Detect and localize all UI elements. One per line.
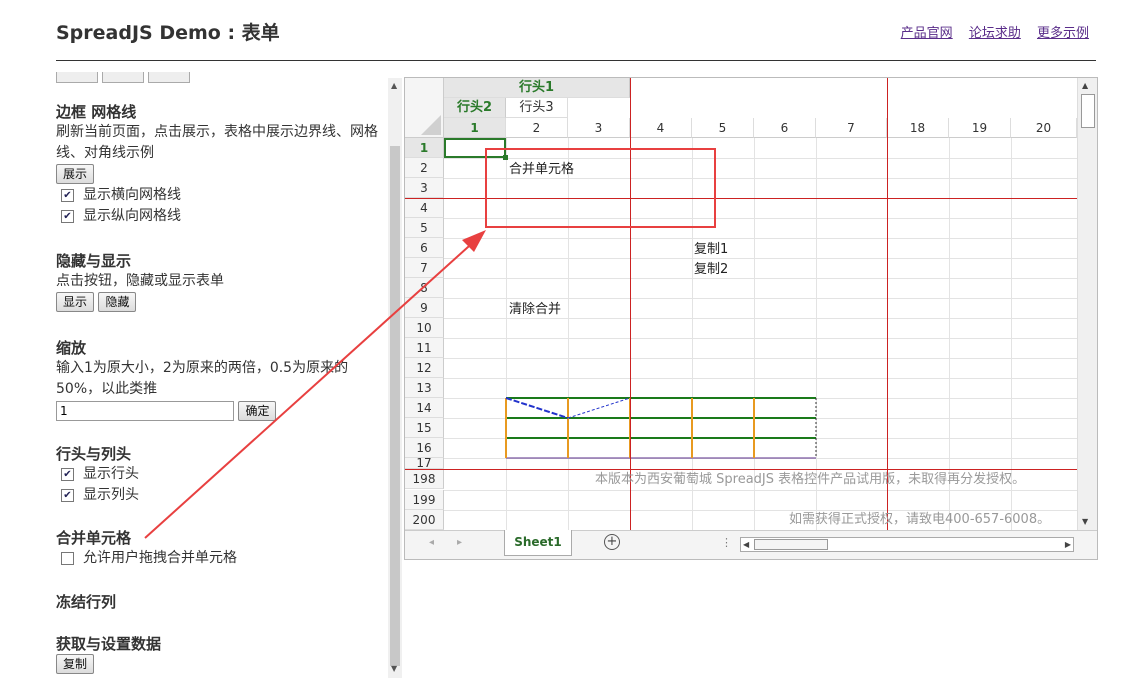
- header-divider: [56, 60, 1096, 61]
- sheet-vertical-scrollbar[interactable]: ▲ ▼: [1077, 78, 1097, 530]
- cut-off-buttons: [56, 68, 194, 87]
- scroll-down-icon[interactable]: ▼: [391, 664, 397, 673]
- scrollbar-thumb[interactable]: [754, 539, 828, 550]
- trial-watermark-line2: 如需获得正式授权，请致电400-657-6008。: [789, 512, 1051, 527]
- tab-sheet1[interactable]: Sheet1: [504, 530, 572, 556]
- show-sheet-button[interactable]: 显示: [56, 292, 95, 312]
- scroll-down-icon[interactable]: ▼: [1082, 517, 1088, 526]
- checkbox-icon[interactable]: ✔: [61, 468, 74, 481]
- hide-show-section: 隐藏与显示 点击按钮，隐藏或显示表单 显示 隐藏: [56, 251, 388, 313]
- checkbox-label: 显示列头: [83, 487, 139, 503]
- page-title: SpreadJS Demo : 表单: [56, 22, 280, 44]
- link-more-examples[interactable]: 更多示例: [1037, 26, 1089, 41]
- freeze-section: 冻结行列: [56, 592, 388, 612]
- zoom-section-title: 缩放: [56, 339, 87, 357]
- copy-button[interactable]: 复制: [56, 654, 95, 674]
- zoom-section-desc: 输入1为原大小，2为原来的两倍，0.5为原来的50%，以此类推: [56, 360, 349, 397]
- horizontal-gridline-checkbox[interactable]: ✔ 显示横向网格线: [56, 185, 388, 206]
- link-product-site[interactable]: 产品官网: [901, 26, 953, 41]
- hide-section-title: 隐藏与显示: [56, 252, 132, 270]
- checkbox-label: 允许用户拖拽合并单元格: [83, 550, 237, 566]
- splitter-handle-icon[interactable]: ⋮: [721, 536, 732, 549]
- hide-section-desc: 点击按钮，隐藏或显示表单: [56, 273, 224, 289]
- checkbox-icon[interactable]: [61, 552, 74, 565]
- sheet-horizontal-scrollbar[interactable]: ◀ ▶: [740, 537, 1074, 552]
- tab-prev-icon[interactable]: ◂: [429, 537, 434, 548]
- allow-drag-merge-checkbox[interactable]: 允许用户拖拽合并单元格: [56, 548, 388, 569]
- scroll-up-icon[interactable]: ▲: [1082, 81, 1088, 90]
- frozen-row-line: [405, 198, 1077, 199]
- tab-next-icon[interactable]: ▸: [457, 537, 462, 548]
- scrollbar-thumb[interactable]: [390, 146, 400, 666]
- show-example-button[interactable]: 展示: [56, 164, 95, 184]
- frozen-trailing-column-line: [887, 78, 888, 530]
- border-section-title: 边框 网格线: [56, 103, 137, 121]
- scrollbar-thumb[interactable]: [1081, 94, 1095, 128]
- checkbox-label: 显示行头: [83, 466, 139, 482]
- border-section-desc: 刷新当前页面，点击展示，表格中展示边界线、网格线、对角线示例: [56, 124, 378, 161]
- header-section: 行头与列头 ✔ 显示行头 ✔ 显示列头: [56, 444, 388, 506]
- add-sheet-icon[interactable]: +: [604, 534, 620, 550]
- cut-off-button-2[interactable]: [102, 72, 144, 83]
- cut-off-button-3[interactable]: [148, 72, 190, 83]
- border-example-range: [505, 397, 817, 459]
- checkbox-label: 显示横向网格线: [83, 187, 181, 203]
- checkbox-icon[interactable]: ✔: [61, 210, 74, 223]
- scroll-right-icon[interactable]: ▶: [1065, 538, 1071, 551]
- checkbox-icon[interactable]: ✔: [61, 189, 74, 202]
- checkbox-icon[interactable]: ✔: [61, 489, 74, 502]
- zoom-confirm-button[interactable]: 确定: [238, 401, 277, 421]
- trial-watermark-line1: 本版本为西安葡萄城 SpreadJS 表格控件产品试用版，未取得再分发授权。: [595, 472, 1026, 487]
- freeze-section-title: 冻结行列: [56, 593, 117, 611]
- left-panel-scrollbar[interactable]: ▲ ▼: [388, 78, 402, 678]
- vertical-gridline-checkbox[interactable]: ✔ 显示纵向网格线: [56, 206, 388, 227]
- scroll-left-icon[interactable]: ◀: [743, 538, 749, 551]
- header-section-title: 行头与列头: [56, 445, 132, 463]
- top-links: 产品官网 论坛求助 更多示例: [889, 22, 1089, 41]
- border-gridline-section: 边框 网格线 刷新当前页面，点击展示，表格中展示边界线、网格线、对角线示例 展示…: [56, 102, 388, 227]
- data-section-title: 获取与设置数据: [56, 635, 162, 653]
- data-section: 获取与设置数据 复制: [56, 634, 388, 675]
- sheet-tab-bar: ◂ ▸ Sheet1 + ⋮ ◀ ▶: [405, 530, 1097, 559]
- scroll-up-icon[interactable]: ▲: [391, 81, 397, 90]
- merge-section: 合并单元格 允许用户拖拽合并单元格: [56, 528, 388, 569]
- zoom-section: 缩放 输入1为原大小，2为原来的两倍，0.5为原来的50%，以此类推 确定: [56, 338, 388, 422]
- frozen-column-line: [630, 78, 631, 530]
- link-forum[interactable]: 论坛求助: [969, 26, 1021, 41]
- show-column-header-checkbox[interactable]: ✔ 显示列头: [56, 485, 388, 506]
- checkbox-label: 显示纵向网格线: [83, 208, 181, 224]
- options-panel: 边框 网格线 刷新当前页面，点击展示，表格中展示边界线、网格线、对角线示例 展示…: [0, 62, 402, 678]
- spreadsheet[interactable]: 行头1 行头2 行头3 1 2 3 4 5 6 7 18 19 20 1 2 3 4 5 6 7 8 9 10 11 1…: [404, 77, 1098, 560]
- show-row-header-checkbox[interactable]: ✔ 显示行头: [56, 464, 388, 485]
- merge-section-title: 合并单元格: [56, 529, 132, 547]
- zoom-input[interactable]: [56, 401, 234, 421]
- cut-off-button-1[interactable]: [56, 72, 98, 83]
- hide-sheet-button[interactable]: 隐藏: [98, 292, 137, 312]
